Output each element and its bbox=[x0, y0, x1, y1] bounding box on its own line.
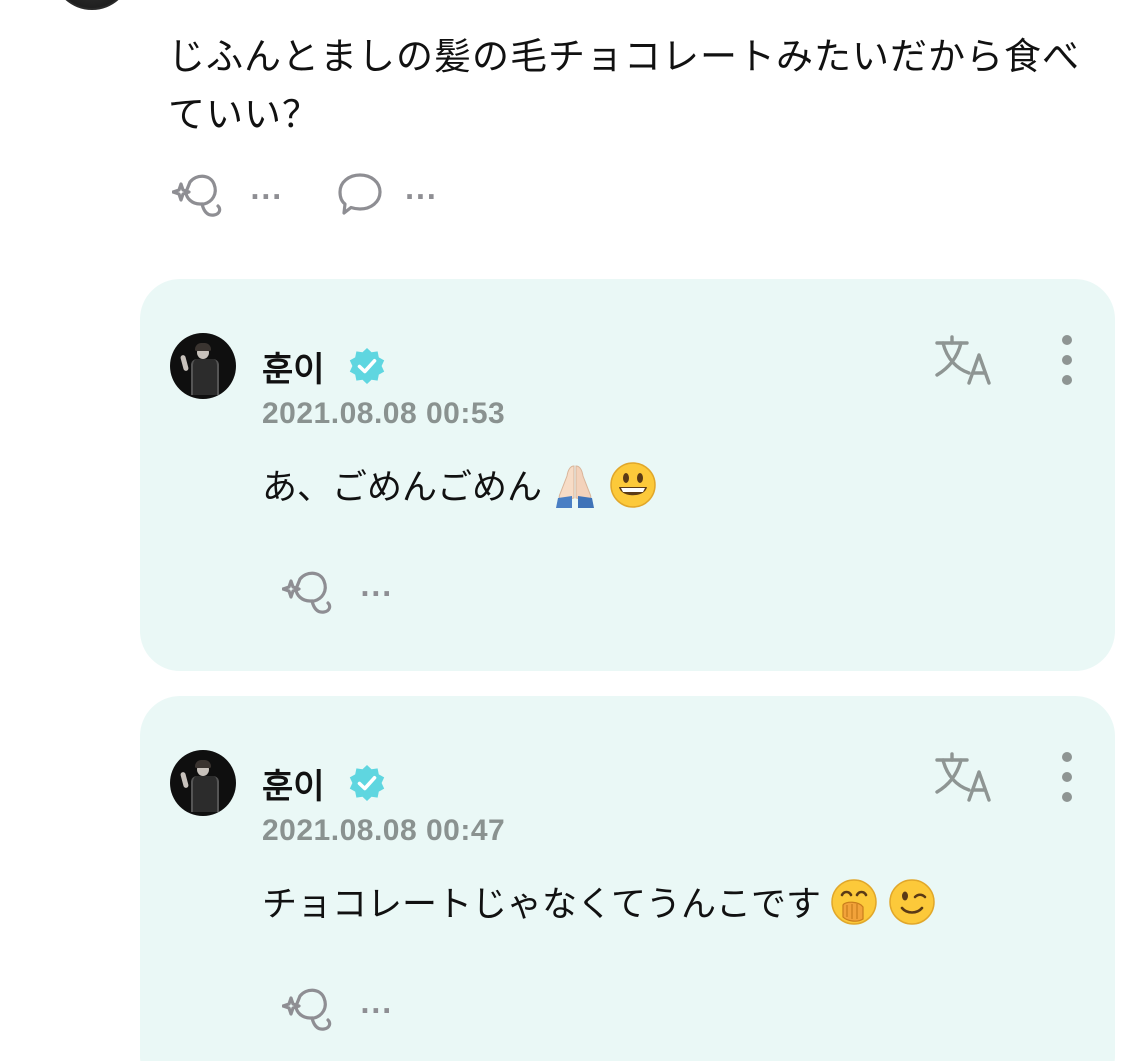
grinning-face-emoji bbox=[610, 461, 656, 508]
reply-header: 훈이 bbox=[170, 750, 387, 816]
reply-card: 훈이 2021.08.08 00:53 あ、ごめんごめん ... bbox=[140, 279, 1115, 671]
speech-bubble-icon bbox=[338, 173, 382, 215]
post-like-button[interactable]: ... bbox=[172, 170, 283, 220]
avatar[interactable] bbox=[170, 750, 236, 816]
reply-like-count: ... bbox=[360, 573, 393, 603]
avatar[interactable] bbox=[170, 333, 236, 399]
reply-actions: ... bbox=[282, 984, 393, 1034]
fan-community-thread: じふんとましの髪の毛チョコレートみたいだから食べていい？ ... ... 훈이 … bbox=[0, 0, 1144, 1061]
reply-author-name[interactable]: 훈이 bbox=[262, 342, 325, 391]
winking-face-emoji bbox=[889, 878, 935, 925]
sparkle-heart-icon bbox=[172, 174, 222, 217]
reply-header: 훈이 bbox=[170, 333, 387, 399]
post-author-avatar[interactable] bbox=[52, 0, 132, 10]
post-comment-button[interactable]: ... bbox=[335, 171, 438, 219]
post-actions: ... ... bbox=[172, 170, 437, 220]
reply-date: 2021.08.08 00:47 bbox=[262, 814, 506, 847]
reply-text: あ、ごめんごめん bbox=[262, 468, 543, 508]
more-vertical-icon[interactable] bbox=[1057, 335, 1077, 385]
reply-like-button[interactable]: ... bbox=[282, 567, 393, 617]
reply-like-count: ... bbox=[360, 990, 393, 1020]
sparkle-heart-icon bbox=[282, 988, 332, 1031]
reply-text-row: チョコレートじゃなくてうんこです bbox=[262, 876, 937, 927]
reply-author-name[interactable]: 훈이 bbox=[262, 759, 325, 808]
reply-like-button[interactable]: ... bbox=[282, 984, 393, 1034]
post-comment-count: ... bbox=[404, 176, 438, 206]
reply-actions: ... bbox=[282, 567, 393, 617]
sparkle-heart-icon bbox=[282, 571, 332, 614]
reply-date: 2021.08.08 00:53 bbox=[262, 397, 506, 430]
reply-text-row: あ、ごめんごめん bbox=[262, 459, 658, 510]
verified-badge-icon bbox=[349, 348, 384, 384]
translate-icon[interactable] bbox=[933, 750, 997, 804]
folded-hands-emoji bbox=[556, 464, 595, 508]
verified-badge-icon bbox=[349, 765, 384, 801]
hand-over-mouth-emoji bbox=[831, 878, 877, 925]
post-text: じふんとましの髪の毛チョコレートみたいだから食べていい？ bbox=[168, 35, 1080, 136]
reply-card: 훈이 2021.08.08 00:47 チョコレートじゃなくてうんこです ... bbox=[140, 696, 1115, 1061]
reply-text: チョコレートじゃなくてうんこです bbox=[262, 885, 821, 925]
translate-icon[interactable] bbox=[933, 333, 997, 387]
more-vertical-icon[interactable] bbox=[1057, 752, 1077, 802]
post-like-count: ... bbox=[250, 176, 283, 206]
